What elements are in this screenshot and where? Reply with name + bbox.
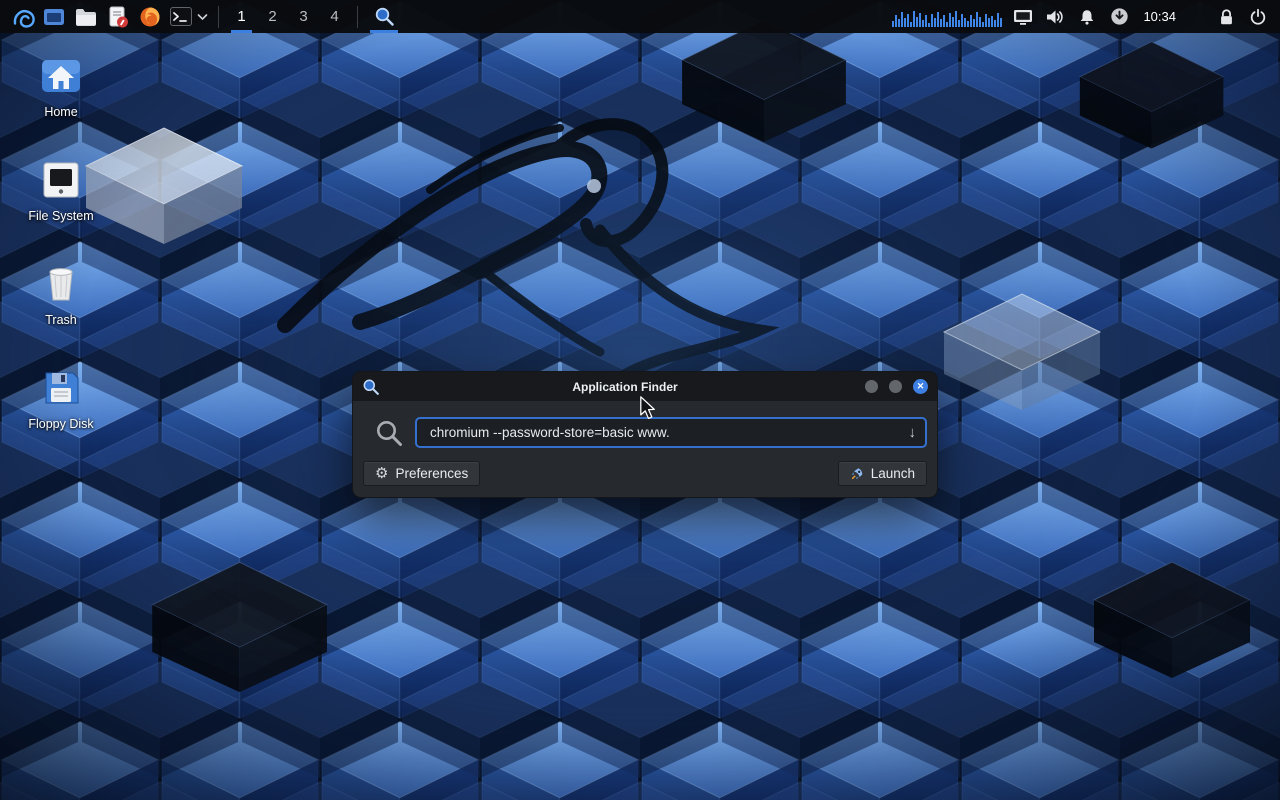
window-icon (42, 6, 66, 28)
workspace-2[interactable]: 2 (257, 0, 288, 33)
finder-buttons: ⚙ Preferences Launch (363, 461, 927, 486)
launch-icon (850, 467, 864, 481)
desktop-icon-label: Floppy Disk (28, 417, 93, 431)
terminal-button[interactable] (166, 0, 211, 33)
screenlock-button[interactable] (1210, 0, 1242, 33)
monitor-icon (1013, 8, 1033, 26)
chevron-down-icon[interactable] (197, 13, 208, 21)
clock[interactable]: 10:34 (1135, 9, 1184, 24)
command-entry: ↓ (415, 417, 927, 448)
close-button[interactable]: ✕ (913, 379, 928, 394)
finder-task-icon (374, 6, 395, 27)
search-row: ↓ (363, 417, 927, 448)
minimize-button[interactable] (865, 380, 878, 393)
file-manager-button[interactable] (70, 0, 102, 33)
visualizer-bars-icon (892, 6, 1004, 28)
bell-icon (1078, 8, 1096, 26)
logout-button[interactable] (1242, 0, 1274, 33)
desktop-icon-column: Home File System Trash (14, 52, 108, 431)
terminal-icon (169, 6, 193, 27)
finder-body: ↓ ⚙ Preferences Launch (353, 401, 937, 497)
updates-button[interactable] (1103, 0, 1135, 33)
command-input[interactable] (422, 425, 905, 440)
search-icon (374, 418, 404, 448)
trash-icon (37, 260, 85, 308)
audio-visualizer[interactable] (889, 0, 1007, 33)
preferences-button[interactable]: ⚙ Preferences (363, 461, 480, 486)
show-desktop-button[interactable] (38, 0, 70, 33)
application-finder-window: Application Finder ✕ ↓ (352, 371, 938, 498)
floppy-icon (37, 364, 85, 412)
workspace-2-label: 2 (268, 8, 276, 25)
panel-separator (218, 6, 219, 28)
display-settings-button[interactable] (1007, 0, 1039, 33)
text-editor-icon (106, 5, 130, 29)
desktop-icon-floppy[interactable]: Floppy Disk (14, 364, 108, 431)
lock-icon (1218, 8, 1235, 26)
window-controls: ✕ (865, 379, 928, 394)
filesystem-icon (37, 156, 85, 204)
desktop-icon-label: Home (44, 105, 77, 119)
desktop-icon-trash[interactable]: Trash (14, 260, 108, 327)
speaker-icon (1045, 8, 1065, 26)
folder-icon (74, 6, 98, 28)
sync-icon (1110, 7, 1129, 26)
maximize-button[interactable] (889, 380, 902, 393)
panel-separator (357, 6, 358, 28)
workspace-1[interactable]: 1 (226, 0, 257, 33)
kali-logo-icon (10, 5, 35, 29)
firefox-button[interactable] (134, 0, 166, 33)
desktop-icon-filesystem[interactable]: File System (14, 156, 108, 223)
text-editor-button[interactable] (102, 0, 134, 33)
top-panel: 1 2 3 4 (0, 0, 1280, 33)
workspace-4[interactable]: 4 (319, 0, 350, 33)
firefox-icon (138, 5, 162, 29)
preferences-button-label: Preferences (395, 466, 468, 481)
finder-titlebar[interactable]: Application Finder ✕ (353, 372, 937, 401)
workspace-3[interactable]: 3 (288, 0, 319, 33)
finder-app-icon (362, 378, 380, 396)
notifications-button[interactable] (1071, 0, 1103, 33)
desktop-icon-label: Trash (45, 313, 77, 327)
volume-button[interactable] (1039, 0, 1071, 33)
kali-menu-button[interactable] (6, 0, 38, 33)
desktop: 1 2 3 4 (0, 0, 1280, 800)
gear-icon: ⚙ (375, 466, 388, 481)
launch-button[interactable]: Launch (838, 461, 927, 486)
workspace-1-label: 1 (237, 8, 245, 25)
search-icon-wrap (363, 418, 415, 448)
desktop-icon-label: File System (28, 209, 93, 223)
workspace-3-label: 3 (299, 8, 307, 25)
history-dropdown-button[interactable]: ↓ (905, 424, 921, 441)
home-icon (37, 52, 85, 100)
task-application-finder[interactable] (365, 0, 403, 33)
desktop-icon-home[interactable]: Home (14, 52, 108, 119)
power-icon (1249, 8, 1267, 26)
launch-button-label: Launch (871, 466, 915, 481)
workspace-4-label: 4 (330, 8, 338, 25)
window-title: Application Finder (393, 380, 857, 394)
